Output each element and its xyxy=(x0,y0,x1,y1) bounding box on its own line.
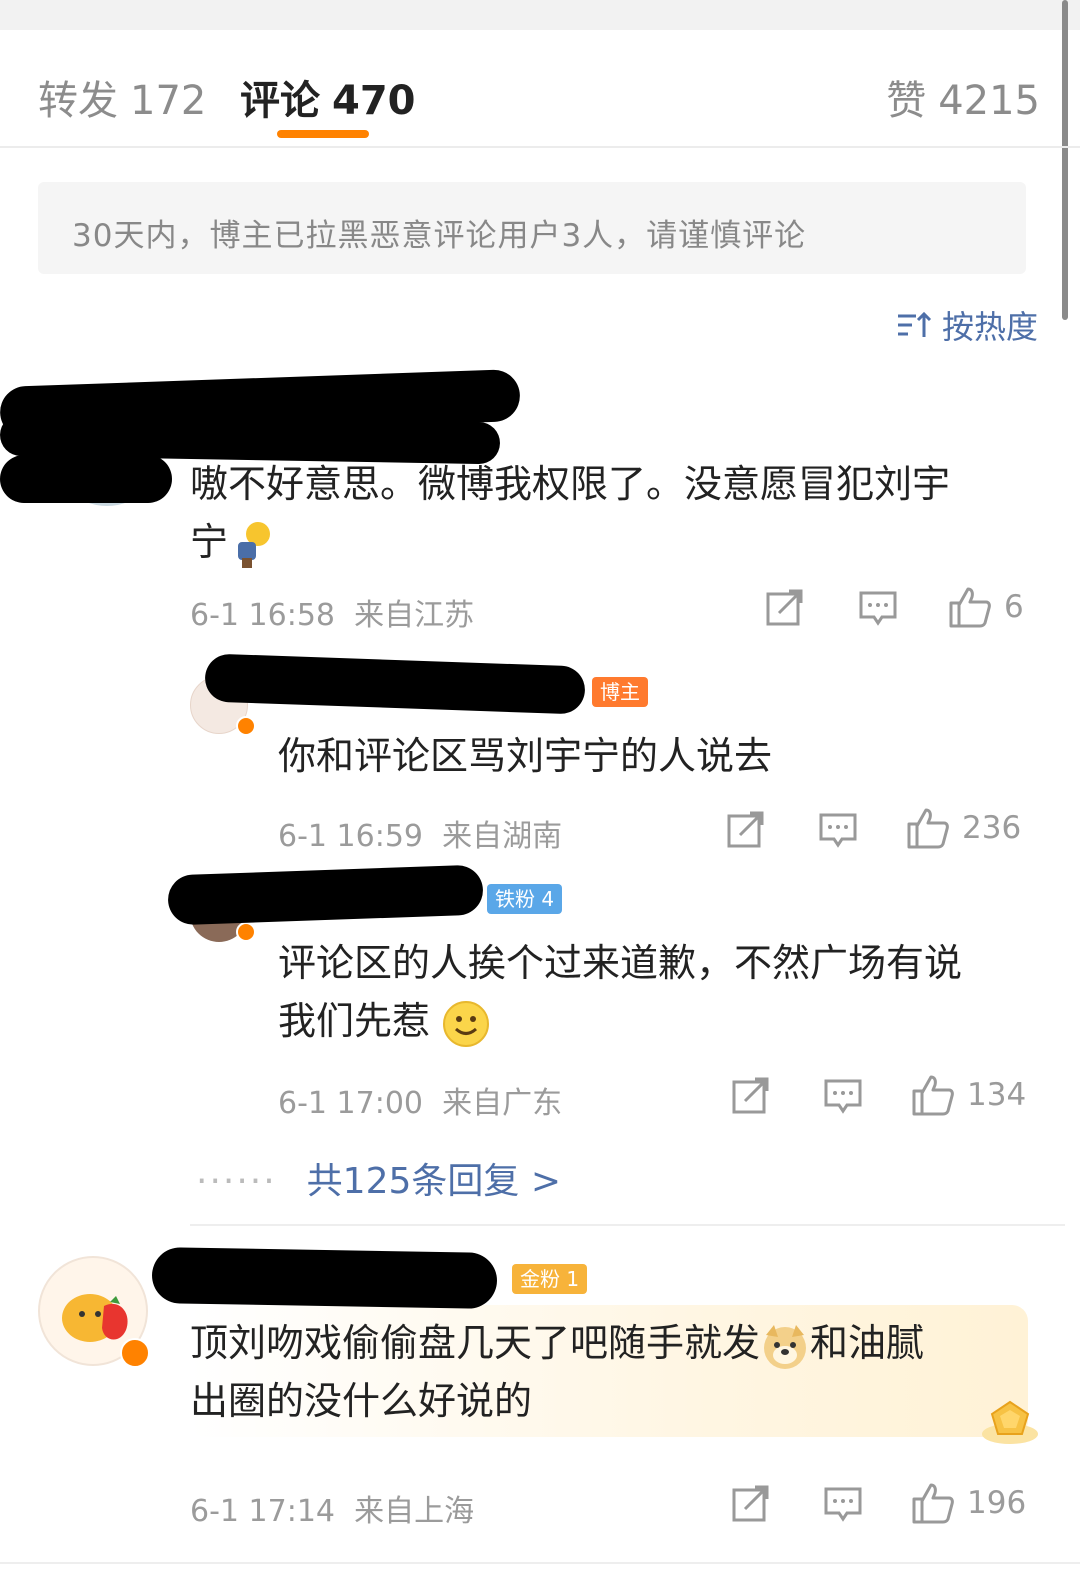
comment-text-line: 嗷不好意思。微博我权限了。没意愿冒犯刘宇 xyxy=(190,462,951,506)
comment-meta: 6-1 16:58 来自江苏 xyxy=(190,590,474,634)
comment-time: 6-1 16:58 xyxy=(190,598,335,633)
thumbs-up-icon xyxy=(949,587,991,628)
tab-comment-label: 评论 xyxy=(240,78,320,124)
tab-like[interactable]: 赞 4215 xyxy=(886,68,1040,126)
share-button[interactable] xyxy=(726,810,766,850)
reply-meta: 6-1 17:00 来自广东 xyxy=(278,1078,562,1122)
smile-emoji-icon xyxy=(443,1000,490,1047)
comment-text-fragment: 顶刘吻戏偷偷盘几天了吧随手就发 xyxy=(190,1321,761,1365)
sort-icon xyxy=(897,311,932,337)
tab-repost-label: 转发 xyxy=(38,78,118,124)
reply-text-line: 评论区的人挨个过来道歉，不然广场有说 xyxy=(278,941,963,985)
block-notice: 30天内，博主已拉黑恶意评论用户3人，请谨慎评论 xyxy=(38,182,1026,274)
like-button[interactable]: 236 xyxy=(906,806,1021,850)
like-count: 236 xyxy=(962,810,1022,846)
comment-icon xyxy=(859,591,897,626)
divider xyxy=(0,1562,1080,1564)
share-button[interactable] xyxy=(731,1076,771,1116)
reply-location: 来自广东 xyxy=(442,1086,563,1121)
doge-emoji-icon xyxy=(764,1324,807,1369)
sort-label: 按热度 xyxy=(941,308,1038,346)
comment-text-line: 宁 xyxy=(190,513,1040,571)
thumbs-up-icon xyxy=(912,1075,954,1116)
verified-icon xyxy=(236,922,256,942)
share-icon xyxy=(727,811,764,848)
comment-text: 嗷不好意思。微博我权限了。没意愿冒犯刘宇 宁 xyxy=(190,455,1040,571)
comment-button[interactable] xyxy=(823,1078,863,1116)
comment-location: 来自江苏 xyxy=(354,598,475,633)
comment-icon xyxy=(824,1079,862,1114)
redaction-mark xyxy=(151,1246,498,1310)
comment-text-line: 顶刘吻戏偷偷盘几天了吧随手就发 和油腻 xyxy=(190,1314,1040,1372)
reply-meta: 6-1 16:59 来自湖南 xyxy=(278,811,562,855)
more-replies-label: 共125条回复 > xyxy=(306,1161,561,1202)
gem-badge-icon xyxy=(982,1400,1038,1444)
comment-meta: 6-1 17:14 来自上海 xyxy=(190,1486,474,1530)
thumbs-up-icon xyxy=(912,1483,954,1524)
host-badge: 博主 xyxy=(592,677,648,707)
tab-like-label: 赞 xyxy=(886,78,927,124)
like-count: 6 xyxy=(1004,589,1024,625)
tab-repost[interactable]: 转发 172 xyxy=(38,68,206,126)
comment-location: 来自上海 xyxy=(354,1494,475,1529)
share-icon xyxy=(732,1077,769,1114)
redaction-mark xyxy=(0,455,172,503)
reply-text-fragment: 我们先惹 xyxy=(278,999,431,1043)
share-icon xyxy=(766,589,803,626)
like-count: 196 xyxy=(967,1485,1027,1521)
comment-text-fragment: 宁 xyxy=(190,520,229,564)
like-button[interactable]: 6 xyxy=(948,585,1024,629)
reply-time: 6-1 16:59 xyxy=(278,819,423,854)
redaction-mark xyxy=(204,653,586,715)
thumbs-up-icon xyxy=(907,808,949,849)
fan-level-badge: 金粉 1 xyxy=(512,1264,588,1294)
like-button[interactable]: 134 xyxy=(911,1073,1026,1117)
tab-comment[interactable]: 评论 470 xyxy=(240,68,416,126)
like-count: 134 xyxy=(967,1077,1027,1113)
like-button[interactable]: 196 xyxy=(911,1481,1026,1525)
comment-time: 6-1 17:14 xyxy=(190,1494,335,1529)
sort-button[interactable]: 按热度 xyxy=(896,302,1038,348)
comment-text-line: 出圈的没什么好说的 xyxy=(190,1379,533,1423)
person-bowing-emoji-icon xyxy=(238,521,271,568)
verified-icon xyxy=(120,1338,150,1368)
comment-text: 顶刘吻戏偷偷盘几天了吧随手就发 和油腻 出圈的没什么好说的 xyxy=(190,1314,1040,1430)
verified-icon xyxy=(236,716,256,736)
status-strip xyxy=(0,0,1080,30)
comment-icon xyxy=(819,813,857,848)
comment-button[interactable] xyxy=(823,1486,863,1524)
share-icon xyxy=(732,1485,769,1522)
active-tab-indicator xyxy=(277,130,369,138)
dots-icon: ······ xyxy=(196,1161,277,1202)
reply-text: 你和评论区骂刘宇宁的人说去 xyxy=(278,734,773,778)
comment-icon xyxy=(824,1487,862,1522)
share-button[interactable] xyxy=(765,588,805,628)
reply-location: 来自湖南 xyxy=(442,819,563,854)
comment-button[interactable] xyxy=(818,812,858,850)
tab-repost-count: 172 xyxy=(130,78,207,124)
reply-time: 6-1 17:00 xyxy=(278,1086,423,1121)
comment-text-fragment: 和油腻 xyxy=(810,1321,925,1365)
divider xyxy=(190,1224,1065,1226)
tab-bar: 转发 172 评论 470 赞 4215 xyxy=(0,30,1080,148)
comment-button[interactable] xyxy=(858,590,898,628)
reply-text-line: 我们先惹 xyxy=(278,992,1038,1050)
tab-like-count: 4215 xyxy=(938,78,1040,124)
redaction-mark xyxy=(167,864,484,926)
share-button[interactable] xyxy=(731,1484,771,1524)
tab-comment-count: 470 xyxy=(332,78,416,124)
more-replies-link[interactable]: ······ 共125条回复 > xyxy=(196,1152,561,1204)
fan-level-badge: 铁粉 4 xyxy=(487,884,563,914)
reply-text: 评论区的人挨个过来道歉，不然广场有说 我们先惹 xyxy=(278,934,1038,1050)
